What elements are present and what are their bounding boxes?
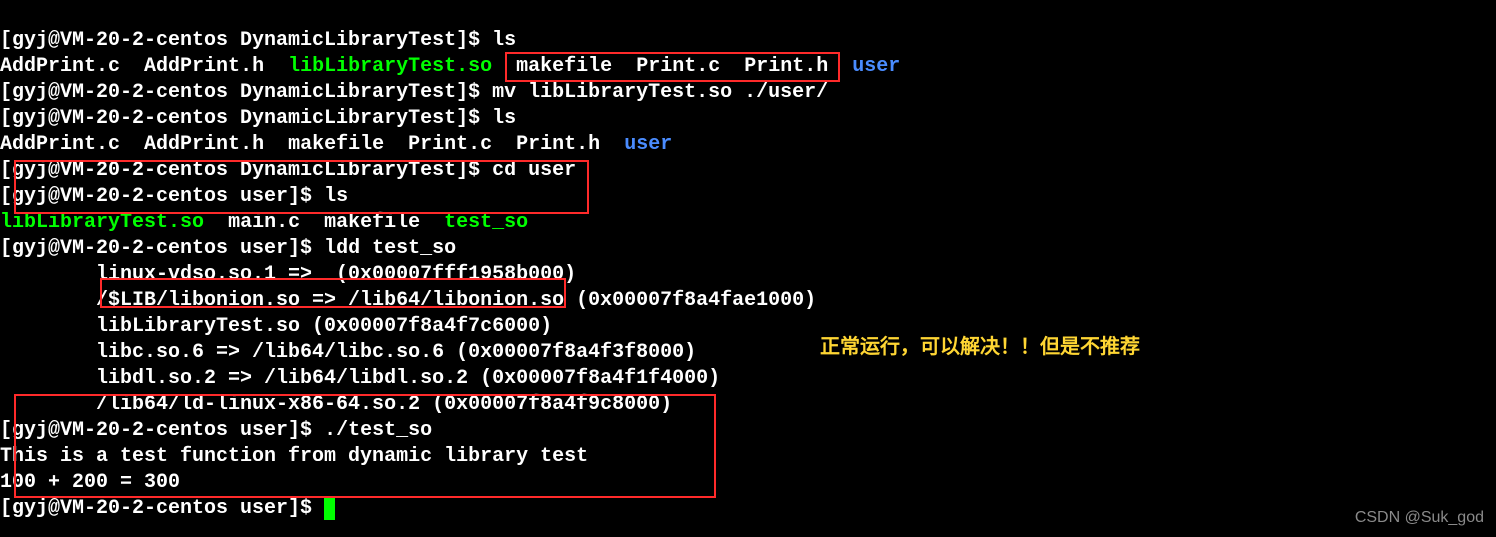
prompt: [gyj@VM-20-2-centos DynamicLibraryTest]$	[0, 159, 492, 182]
ldd-line: libLibraryTest.so (0x00007f8a4f7c6000)	[0, 315, 552, 338]
file: AddPrint.c	[0, 55, 120, 78]
prompt: [gyj@VM-20-2-centos DynamicLibraryTest]$	[0, 29, 492, 52]
file: Print.c	[408, 133, 492, 156]
prompt: [gyj@VM-20-2-centos user]$	[0, 185, 324, 208]
program-output: This is a test function from dynamic lib…	[0, 445, 588, 468]
ldd-line: linux-vdso.so.1 => (0x00007fff1958b000)	[0, 263, 576, 286]
terminal[interactable]: [gyj@VM-20-2-centos DynamicLibraryTest]$…	[0, 0, 1496, 522]
ldd-line: libdl.so.2 => /lib64/libdl.so.2 (0x00007…	[0, 367, 720, 390]
dir: user	[852, 55, 900, 78]
prompt: [gyj@VM-20-2-centos DynamicLibraryTest]$	[0, 107, 492, 130]
command: ldd test_so	[324, 237, 456, 260]
annotation-text: 正常运行，可以解决！！但是不推荐	[820, 334, 1140, 360]
file: makefile	[324, 211, 420, 234]
prompt: [gyj@VM-20-2-centos user]$	[0, 237, 324, 260]
file: AddPrint.h	[144, 133, 264, 156]
ldd-line: libc.so.6 => /lib64/libc.so.6 (0x00007f8…	[0, 341, 696, 364]
prompt: [gyj@VM-20-2-centos user]$	[0, 419, 324, 442]
file-so: libLibraryTest.so	[0, 211, 204, 234]
watermark: CSDN @Suk_god	[1355, 505, 1484, 531]
file: Print.c	[636, 55, 720, 78]
file-exe: test_so	[444, 211, 528, 234]
command: ./test_so	[324, 419, 432, 442]
command: ls	[324, 185, 348, 208]
file: main.c	[228, 211, 300, 234]
file-so: libLibraryTest.so	[288, 55, 492, 78]
file: makefile	[288, 133, 384, 156]
program-output: 100 + 200 = 300	[0, 471, 180, 494]
file: Print.h	[744, 55, 828, 78]
ldd-line: /$LIB/libonion.so => /lib64/libonion.so …	[0, 289, 816, 312]
command: ls	[492, 29, 516, 52]
command: cd user	[492, 159, 576, 182]
prompt: [gyj@VM-20-2-centos DynamicLibraryTest]$	[0, 81, 492, 104]
file: makefile	[516, 55, 612, 78]
file: AddPrint.h	[144, 55, 264, 78]
file: AddPrint.c	[0, 133, 120, 156]
file: Print.h	[516, 133, 600, 156]
prompt: [gyj@VM-20-2-centos user]$	[0, 497, 324, 520]
command: mv libLibraryTest.so ./user/	[492, 81, 828, 104]
cursor-icon	[324, 498, 335, 520]
ldd-line: /lib64/ld-linux-x86-64.so.2 (0x00007f8a4…	[0, 393, 672, 416]
dir: user	[624, 133, 672, 156]
command: ls	[492, 107, 516, 130]
